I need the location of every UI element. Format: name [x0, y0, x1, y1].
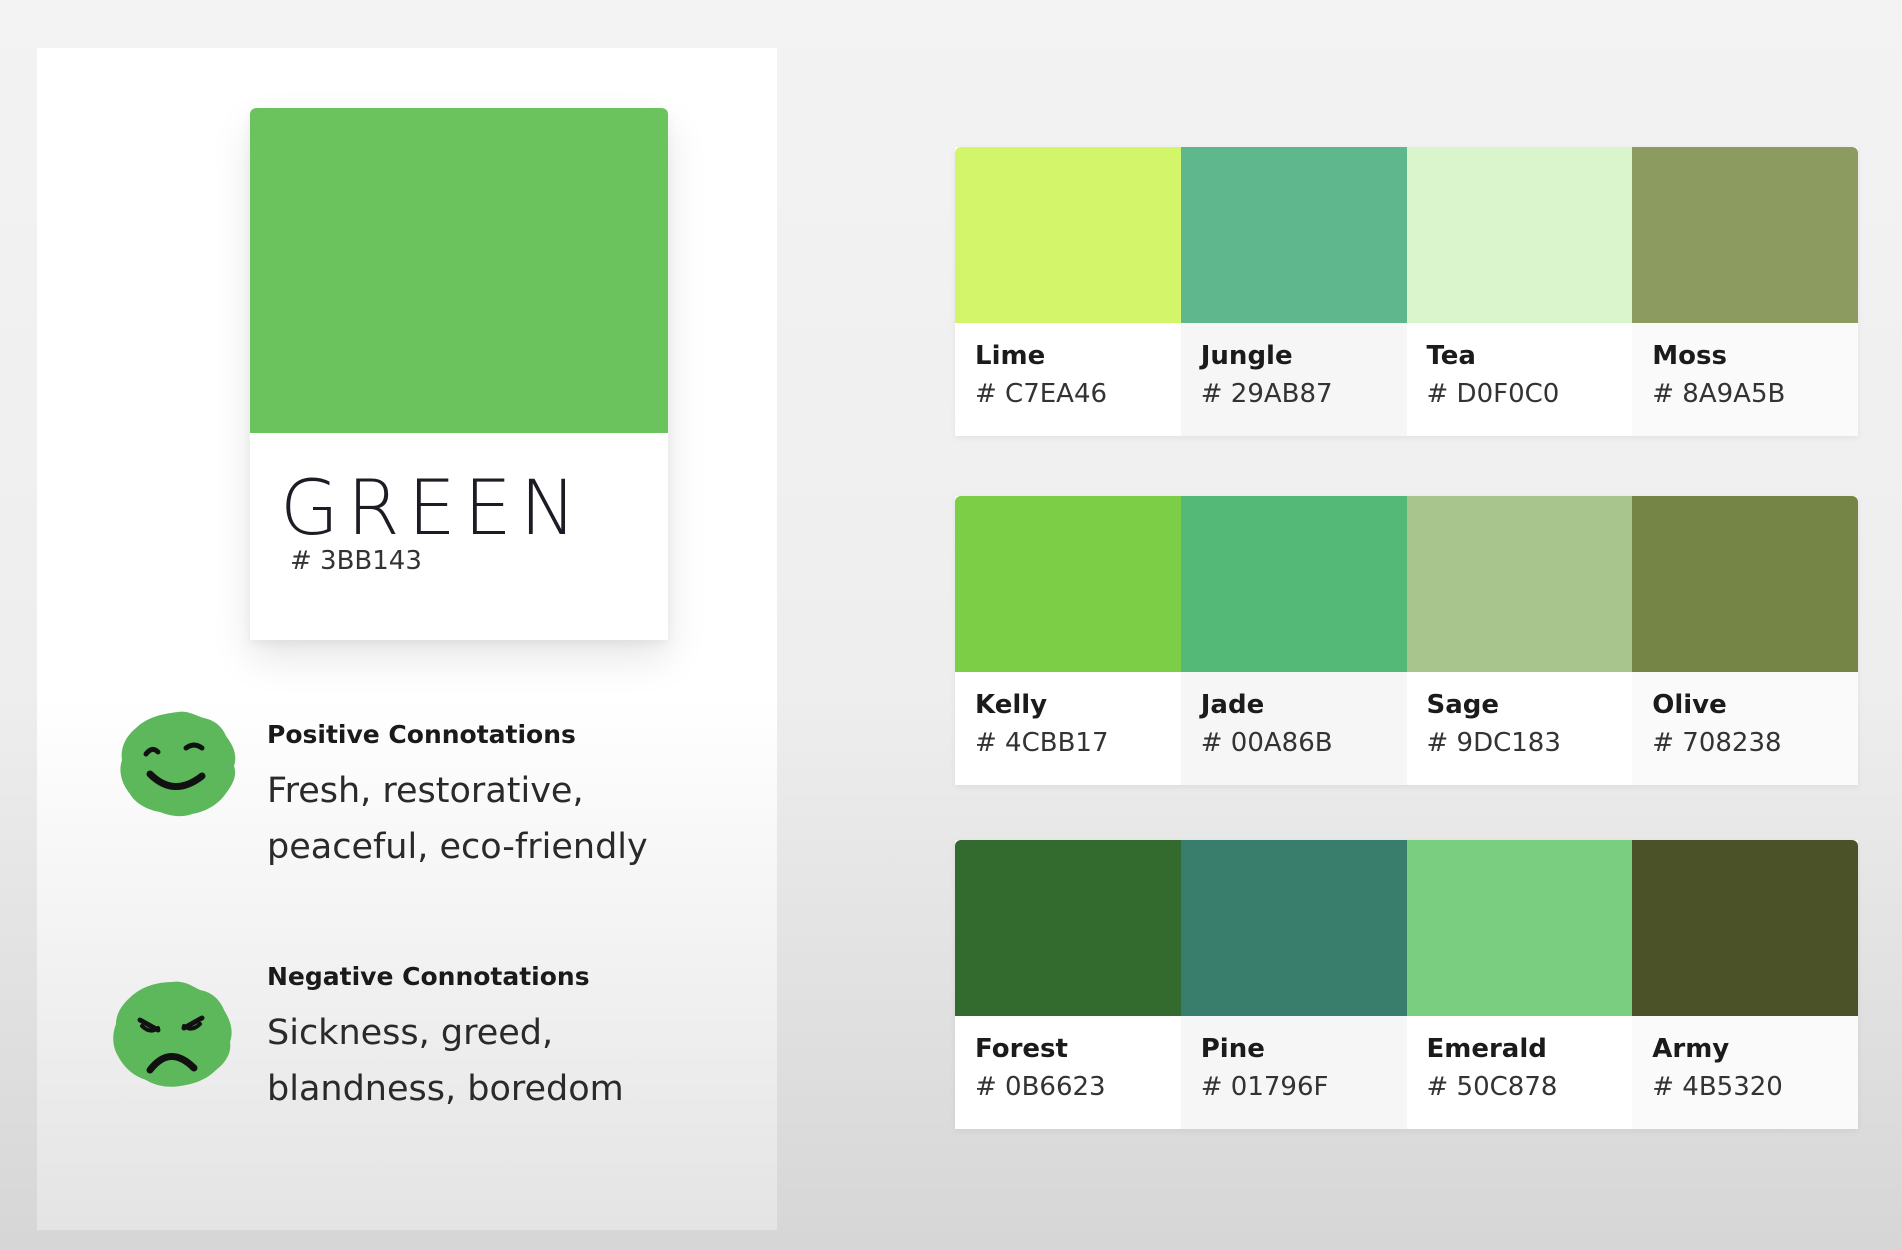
- palette-cell: Emerald # 50C878: [1406, 840, 1633, 1129]
- palette-cell: Sage # 9DC183: [1406, 496, 1633, 785]
- palette-row-1: Lime # C7EA46 Jungle # 29AB87 Tea # D0F0…: [955, 147, 1858, 436]
- color-hex: # 4CBB17: [975, 728, 1109, 758]
- negative-line-1: Sickness, greed,: [267, 1013, 554, 1053]
- color-swatch: [1180, 840, 1407, 1016]
- palette-cell: Lime # C7EA46: [955, 147, 1181, 436]
- color-hex: # 29AB87: [1200, 379, 1333, 409]
- color-name: Forest: [975, 1034, 1068, 1064]
- palette-cell: Tea # D0F0C0: [1406, 147, 1633, 436]
- color-swatch: [955, 147, 1181, 323]
- negative-description: Sickness, greed, blandness, boredom: [267, 1005, 624, 1117]
- negative-line-2: blandness, boredom: [267, 1069, 624, 1109]
- color-swatch: [1406, 147, 1633, 323]
- color-name: Lime: [975, 341, 1046, 371]
- happy-face-icon: [120, 711, 236, 817]
- color-hex: # 50C878: [1426, 1072, 1558, 1102]
- color-hex: # 8A9A5B: [1652, 379, 1786, 409]
- main-color-swatch: [250, 108, 668, 433]
- positive-connotations: Positive Connotations Fresh, restorative…: [267, 720, 648, 875]
- color-hex: # 708238: [1652, 728, 1782, 758]
- palette-cell: Pine # 01796F: [1180, 840, 1407, 1129]
- palette-cell: Forest # 0B6623: [955, 840, 1181, 1129]
- color-name: Emerald: [1426, 1034, 1547, 1064]
- color-swatch: [1632, 840, 1858, 1016]
- palette-cell: Army # 4B5320: [1632, 840, 1858, 1129]
- palette-cell: Jade # 00A86B: [1180, 496, 1407, 785]
- color-hex: # 0B6623: [975, 1072, 1106, 1102]
- positive-line-2: peaceful, eco-friendly: [267, 827, 648, 867]
- color-name: Moss: [1652, 341, 1727, 371]
- color-swatch: [1632, 147, 1858, 323]
- positive-description: Fresh, restorative, peaceful, eco-friend…: [267, 763, 648, 875]
- color-hex: # 00A86B: [1200, 728, 1333, 758]
- main-color-hex: # 3BB143: [290, 546, 422, 576]
- color-name: Olive: [1652, 690, 1727, 720]
- color-swatch: [1632, 496, 1858, 672]
- color-hex: # 4B5320: [1652, 1072, 1783, 1102]
- color-name: Pine: [1200, 1034, 1265, 1064]
- palette-cell: Olive # 708238: [1632, 496, 1858, 785]
- negative-connotations: Negative Connotations Sickness, greed, b…: [267, 962, 624, 1117]
- color-hex: # C7EA46: [975, 379, 1108, 409]
- color-swatch: [1180, 496, 1407, 672]
- palette-cell: Jungle # 29AB87: [1180, 147, 1407, 436]
- negative-title: Negative Connotations: [267, 962, 590, 991]
- color-swatch: [1406, 496, 1633, 672]
- main-color-name: GREEN: [280, 463, 585, 552]
- palette-row-2: Kelly # 4CBB17 Jade # 00A86B Sage # 9DC1…: [955, 496, 1858, 785]
- palette-cell: Moss # 8A9A5B: [1632, 147, 1858, 436]
- color-name: Sage: [1426, 690, 1500, 720]
- color-hex: # D0F0C0: [1426, 379, 1560, 409]
- color-swatch: [955, 840, 1181, 1016]
- color-name: Kelly: [975, 690, 1048, 720]
- color-name: Jungle: [1200, 341, 1293, 371]
- sad-face-icon: [113, 981, 232, 1087]
- color-name: Army: [1652, 1034, 1730, 1064]
- main-color-card: GREEN # 3BB143: [250, 108, 668, 640]
- color-swatch: [955, 496, 1181, 672]
- palette-row-3: Forest # 0B6623 Pine # 01796F Emerald # …: [955, 840, 1858, 1129]
- color-swatch: [1406, 840, 1633, 1016]
- color-swatch: [1180, 147, 1407, 323]
- color-hex: # 9DC183: [1426, 728, 1561, 758]
- color-hex: # 01796F: [1200, 1072, 1329, 1102]
- color-name: Jade: [1200, 690, 1265, 720]
- positive-title: Positive Connotations: [267, 720, 576, 749]
- positive-line-1: Fresh, restorative,: [267, 771, 584, 811]
- color-name: Tea: [1426, 341, 1476, 371]
- palette-cell: Kelly # 4CBB17: [955, 496, 1181, 785]
